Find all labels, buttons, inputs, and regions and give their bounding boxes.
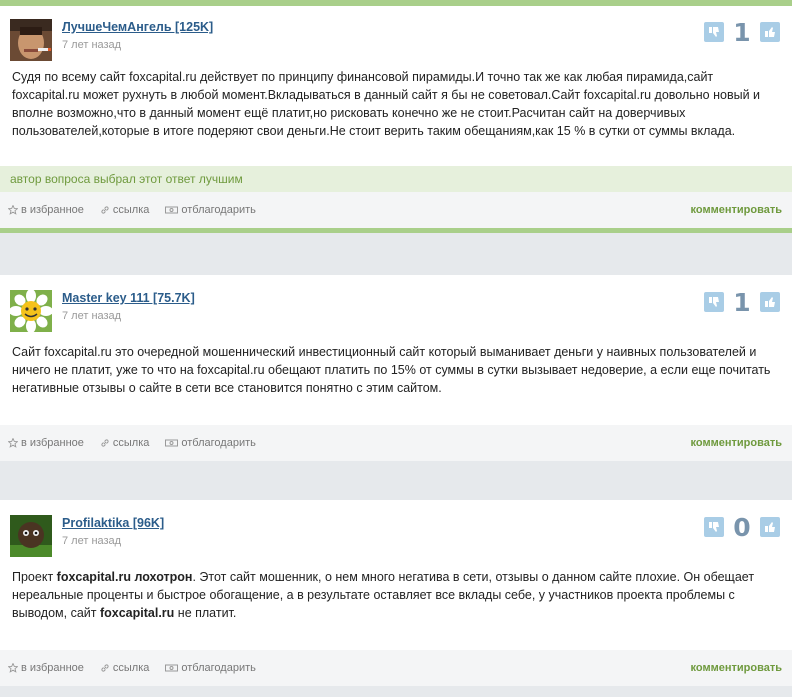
answer-actions: в избранное ссылка отблагодарить коммент… — [0, 192, 792, 228]
vote-count: 1 — [733, 287, 751, 317]
author-name[interactable]: Master key 111 [75.7K] — [62, 291, 195, 305]
thumbs-down-icon — [709, 297, 719, 307]
star-icon — [8, 438, 18, 448]
avatar[interactable] — [10, 515, 52, 557]
favorite-button[interactable]: в избранное — [8, 437, 84, 449]
link-button[interactable]: ссылка — [100, 437, 150, 449]
link-label: ссылка — [112, 437, 150, 449]
link-icon — [101, 206, 109, 214]
thumbs-down-icon — [709, 27, 719, 37]
link-icon — [101, 664, 109, 672]
avatar[interactable] — [10, 19, 52, 61]
link-label: ссылка — [112, 662, 150, 674]
money-icon — [165, 206, 179, 214]
answer-card: ЛучшеЧемАнгель [125K] 7 лет назад 1 Судя… — [0, 6, 792, 233]
answer-header: Profilaktika [96K] 7 лет назад 0 — [0, 500, 792, 562]
link-button[interactable]: ссылка — [100, 662, 150, 674]
text-part: не платит. — [174, 606, 237, 620]
thumbs-up-icon — [765, 27, 775, 37]
answer-text: Судя по всему сайт foxcapital.ru действу… — [12, 70, 761, 138]
vote-down-button[interactable] — [704, 22, 724, 42]
answer-text: Сайт foxcapital.ru это очередной мошенни… — [12, 345, 771, 395]
author-name[interactable]: ЛучшеЧемАнгель [125K] — [62, 20, 213, 34]
link-button[interactable]: ссылка — [100, 204, 150, 216]
thank-label: отблагодарить — [181, 437, 256, 449]
answer-card: Master key 111 [75.7K] 7 лет назад 1 Сай… — [0, 275, 792, 461]
vote-up-button[interactable] — [760, 517, 780, 537]
answer-actions: в избранное ссылка отблагодарить коммент… — [0, 650, 792, 686]
thumbs-up-icon — [765, 522, 775, 532]
link-label: ссылка — [112, 204, 150, 216]
text-bold-part: foxcapital.ru — [99, 606, 175, 620]
thank-button[interactable]: отблагодарить — [165, 437, 256, 449]
vote-up-button[interactable] — [760, 292, 780, 312]
money-icon — [165, 664, 179, 672]
thank-button[interactable]: отблагодарить — [165, 662, 256, 674]
best-answer-label: автор вопроса выбрал этот ответ лучшим — [0, 166, 792, 192]
comment-button[interactable]: комментировать — [691, 204, 782, 216]
comment-button[interactable]: комментировать — [691, 437, 782, 449]
vote-down-button[interactable] — [704, 292, 724, 312]
answer-time: 7 лет назад — [62, 310, 122, 322]
vote-panel: 0 — [704, 512, 780, 542]
vote-down-button[interactable] — [704, 517, 724, 537]
thank-label: отблагодарить — [181, 662, 256, 674]
star-icon — [8, 205, 18, 215]
vote-count: 1 — [733, 17, 751, 47]
answer-header: Master key 111 [75.7K] 7 лет назад 1 — [0, 275, 792, 337]
star-icon — [8, 663, 18, 673]
favorite-label: в избранное — [21, 662, 84, 674]
answer-actions: в избранное ссылка отблагодарить коммент… — [0, 425, 792, 461]
answer-time: 7 лет назад — [62, 535, 122, 547]
vote-panel: 1 — [704, 17, 780, 47]
avatar[interactable] — [10, 290, 52, 332]
favorite-button[interactable]: в избранное — [8, 662, 84, 674]
answer-time: 7 лет назад — [62, 39, 122, 51]
favorite-label: в избранное — [21, 437, 84, 449]
answer-text: Проект foxcapital.ru лохотрон. Этот сайт… — [0, 568, 792, 648]
thank-button[interactable]: отблагодарить — [165, 204, 256, 216]
author-name[interactable]: Profilaktika [96K] — [62, 516, 164, 530]
link-icon — [101, 439, 109, 447]
vote-up-button[interactable] — [760, 22, 780, 42]
text-bold-part: foxcapital.ru лохотрон — [56, 570, 193, 584]
vote-count: 0 — [733, 512, 751, 542]
money-icon — [165, 439, 179, 447]
thumbs-up-icon — [765, 297, 775, 307]
favorite-button[interactable]: в избранное — [8, 204, 84, 216]
vote-panel: 1 — [704, 287, 780, 317]
thank-label: отблагодарить — [181, 204, 256, 216]
answer-header: ЛучшеЧемАнгель [125K] 7 лет назад 1 — [0, 6, 792, 68]
favorite-label: в избранное — [21, 204, 84, 216]
thumbs-down-icon — [709, 522, 719, 532]
answer-card: Profilaktika [96K] 7 лет назад 0 Проект … — [0, 500, 792, 686]
comment-button[interactable]: комментировать — [691, 662, 782, 674]
text-part: Проект — [12, 570, 57, 584]
